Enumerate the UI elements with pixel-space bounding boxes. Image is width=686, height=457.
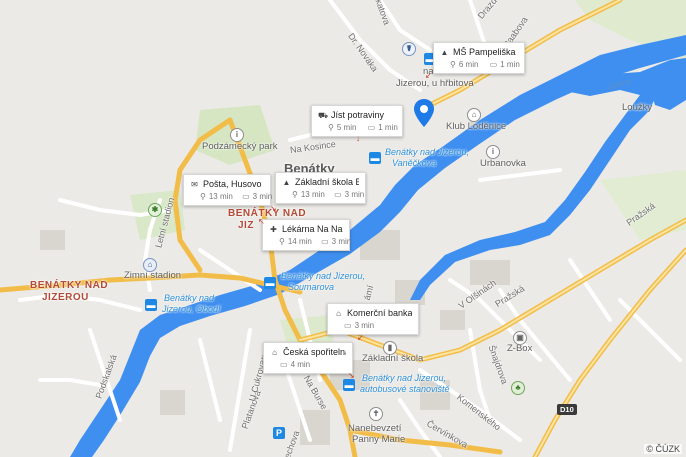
sport-icon[interactable]: ✱ (148, 203, 162, 217)
car-icon: ▭ (242, 192, 250, 201)
poi-urbanovka: Urbanovka (480, 158, 526, 169)
stop-vaneckova-2: Vaněčkova (392, 158, 437, 168)
car-time: 1 min (378, 123, 398, 132)
card-title: Základní škola Be... (295, 177, 359, 187)
car-icon: ▭ (489, 60, 498, 69)
pointer-arrow-icon: ↙ (425, 71, 432, 80)
museum-icon[interactable]: ⌂ (467, 108, 481, 122)
tree-icon[interactable]: ♣ (511, 381, 525, 395)
walk-icon: ⚲ (292, 190, 298, 199)
pointer-arrow-icon: ↓ (356, 134, 360, 143)
post-icon: ✉ (191, 179, 198, 189)
bus-stop-icon[interactable]: ▬ (369, 152, 381, 164)
card-title: Česká spořitelna (283, 347, 346, 357)
pointer-arrow-icon: ↘ (348, 371, 355, 380)
health-icon[interactable]: ☤ (402, 42, 416, 56)
car-time: 1 min (500, 60, 520, 69)
location-pin-icon[interactable] (413, 99, 435, 127)
card-title: Pošta, Husovo ná... (203, 179, 264, 189)
card-lekarna[interactable]: ✚ Lékárna Na Nam... ⚲14 min ▭3 min (262, 219, 352, 251)
car-time: 3 min (344, 190, 365, 199)
walk-icon: ⚲ (200, 192, 206, 201)
bus-stop-icon[interactable]: ▬ (343, 379, 355, 391)
stop-soumarova-1: Benátky nad Jizerou, (281, 271, 366, 281)
walk-time: 13 min (208, 192, 233, 201)
poi-podzamecky-park: Podzámecký park (202, 141, 278, 152)
church-icon[interactable]: ✝ (369, 407, 383, 421)
pointer-arrow-icon: ↙ (357, 333, 364, 342)
info-icon[interactable]: i (230, 128, 244, 142)
place-louzky: Loužky (622, 102, 653, 113)
road-number-d10: D10 (557, 404, 577, 415)
card-ceska-sporitelna[interactable]: ⌂ Česká spořitelna ▭ 4 min (263, 342, 353, 374)
walk-time: 6 min (458, 60, 479, 69)
card-title: MŠ Pampeliška (453, 47, 516, 57)
poi-nanebevzeti-1: Nanebevzetí (348, 423, 402, 434)
car-time: 3 min (331, 237, 352, 246)
card-title: Komerční banka (347, 308, 412, 318)
card-jist-potraviny[interactable]: ⛟ Jíst potraviny ⚲ 5 min ▭ 1 min (311, 105, 403, 137)
pharmacy-icon: ✚ (270, 224, 277, 234)
walk-time: 14 min (287, 237, 312, 246)
car-icon: ▭ (334, 190, 342, 199)
walk-time: 5 min (336, 123, 357, 132)
walk-icon: ⚲ (279, 237, 285, 246)
car-icon: ▭ (321, 237, 329, 246)
car-icon: ▭ (344, 321, 352, 330)
place-benatky-red-2: JIZ (238, 220, 254, 231)
walk-icon: ⚲ (450, 60, 456, 69)
cart-icon: ⛟ (318, 110, 329, 120)
bank-icon: ⌂ (336, 308, 341, 318)
pointer-arrow-icon: ↘ (270, 204, 277, 213)
card-title: Lékárna Na Nam... (282, 224, 343, 234)
card-posta[interactable]: ✉ Pošta, Husovo ná... ⚲13 min ▭3 min (183, 174, 273, 206)
school-icon: ▲ (440, 47, 449, 57)
stop-obodi-1: Benátky nad (164, 293, 215, 303)
stop-autobus-2: autobusové stanoviště (360, 384, 450, 394)
pointer-arrow-icon: ↖ (258, 217, 265, 226)
info-icon[interactable]: i (486, 145, 500, 159)
poi-z-box: Z-Box (507, 343, 533, 354)
school-icon: ▲ (282, 177, 291, 187)
car-icon: ▭ (367, 123, 376, 132)
card-ms-pampeliska[interactable]: ▲ MŠ Pampeliška ⚲ 6 min ▭ 1 min (433, 42, 525, 74)
stop-soumarova-2: Soumarova (288, 282, 335, 292)
stop-obodi-2: Jizerou, Obodí (162, 304, 221, 314)
poi-zimni-stadion: Zimní stadion (124, 270, 182, 281)
poi-zakladni-skola: Základní škola (362, 353, 424, 364)
place-benatky-nad-jizerou-1: BENÁTKY NAD (30, 280, 109, 291)
card-title: Jíst potraviny (331, 110, 385, 120)
poi-klub-lodenice: Klub Loděnice (446, 121, 507, 132)
place-benatky-red: BENÁTKY NAD (228, 208, 307, 219)
bus-stop-icon[interactable]: ▬ (264, 277, 276, 289)
card-komercni-banka[interactable]: ⌂ Komerční banka ▭ 3 min (327, 303, 419, 335)
place-benatky-nad-jizerou-2: JIZEROU (42, 292, 89, 303)
car-time: 4 min (290, 360, 311, 369)
poi-nanebevzeti-2: Panny Marie (352, 434, 406, 445)
card-zakladni-skola[interactable]: ▲ Základní škola Be... ⚲13 min ▭3 min (275, 172, 366, 204)
stop-vaneckova-1: Benátky nad Jizerou, (385, 147, 470, 157)
car-time: 3 min (354, 321, 375, 330)
poi-u-hrbitova: Jizerou, u hřbitova (396, 78, 474, 89)
car-icon: ▭ (280, 360, 288, 369)
walk-icon: ⚲ (328, 123, 334, 132)
bank-icon: ⌂ (272, 347, 277, 357)
stop-autobus-1: Benátky nad Jizerou, (362, 373, 447, 383)
copyright[interactable]: © ČÚZK (644, 444, 682, 454)
map-view[interactable]: Benátky BENÁTKY NAD JIZ BENÁTKY NAD JIZE… (0, 0, 686, 457)
bus-stop-icon[interactable]: ▬ (145, 299, 157, 311)
car-time: 3 min (252, 192, 273, 201)
walk-time: 13 min (300, 190, 325, 199)
parking-icon[interactable]: P (273, 427, 285, 439)
